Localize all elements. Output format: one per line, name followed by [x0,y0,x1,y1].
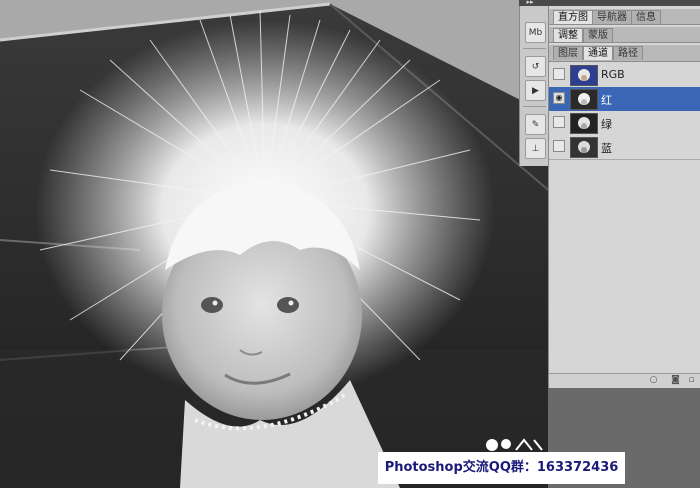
channel-label: RGB [601,68,625,81]
channel-label: 红 [601,94,612,107]
new-channel-icon[interactable]: ▫ [687,376,696,385]
tab-info[interactable]: 信息 [631,10,661,24]
channel-row-red[interactable]: ◉ 红 [549,87,700,112]
tabrow-channels: 图层 通道 路径 [549,45,700,62]
panel-footer: ○ ◙ ▫ [549,373,700,388]
tabrow-info: 直方图 导航器 信息 [549,9,700,25]
strip-divider [523,106,546,107]
load-selection-icon[interactable]: ○ [649,376,658,385]
tab-adjustments[interactable]: 调整 [553,28,583,42]
channel-label: 蓝 [601,142,612,155]
channel-row-blue[interactable]: 蓝 [549,135,700,160]
channel-row-rgb[interactable]: RGB [549,63,700,88]
visibility-toggle[interactable] [553,68,565,80]
save-selection-icon[interactable]: ◙ [671,376,680,385]
channel-label: 绿 [601,118,612,131]
channels-panel-group: 直方图 导航器 信息 调整 蒙版 图层 通道 路径 RGB ◉ 红 绿 蓝 ○ … [548,6,700,388]
tab-histogram[interactable]: 直方图 [553,10,593,24]
brush-presets-icon[interactable]: ✎ [525,114,546,135]
tabrow-adjustments: 调整 蒙版 [549,27,700,43]
visibility-toggle[interactable] [553,140,565,152]
eye-icon[interactable]: ◉ [553,92,565,104]
channel-thumbnail [570,137,598,158]
history-icon[interactable]: ↺ [525,56,546,77]
tab-layers[interactable]: 图层 [553,46,583,60]
channel-thumbnail [570,65,598,86]
actions-icon[interactable]: ▶ [525,80,546,101]
tab-paths[interactable]: 路径 [613,46,643,60]
mini-bridge-icon[interactable]: Mb [525,22,546,43]
strip-divider [523,48,546,49]
tab-navigator[interactable]: 导航器 [592,10,632,24]
tab-channels[interactable]: 通道 [583,46,613,60]
visibility-toggle[interactable] [553,116,565,128]
clone-source-icon[interactable]: ⊥ [525,138,546,159]
channel-thumbnail [570,89,598,110]
tab-masks[interactable]: 蒙版 [583,28,613,42]
channel-row-green[interactable]: 绿 [549,111,700,136]
channel-thumbnail [570,113,598,134]
watermark-text: Photoshop交流QQ群：163372436 [378,452,625,484]
collapsed-panel-strip: Mb ↺ ▶ ✎ ⊥ [519,6,550,166]
